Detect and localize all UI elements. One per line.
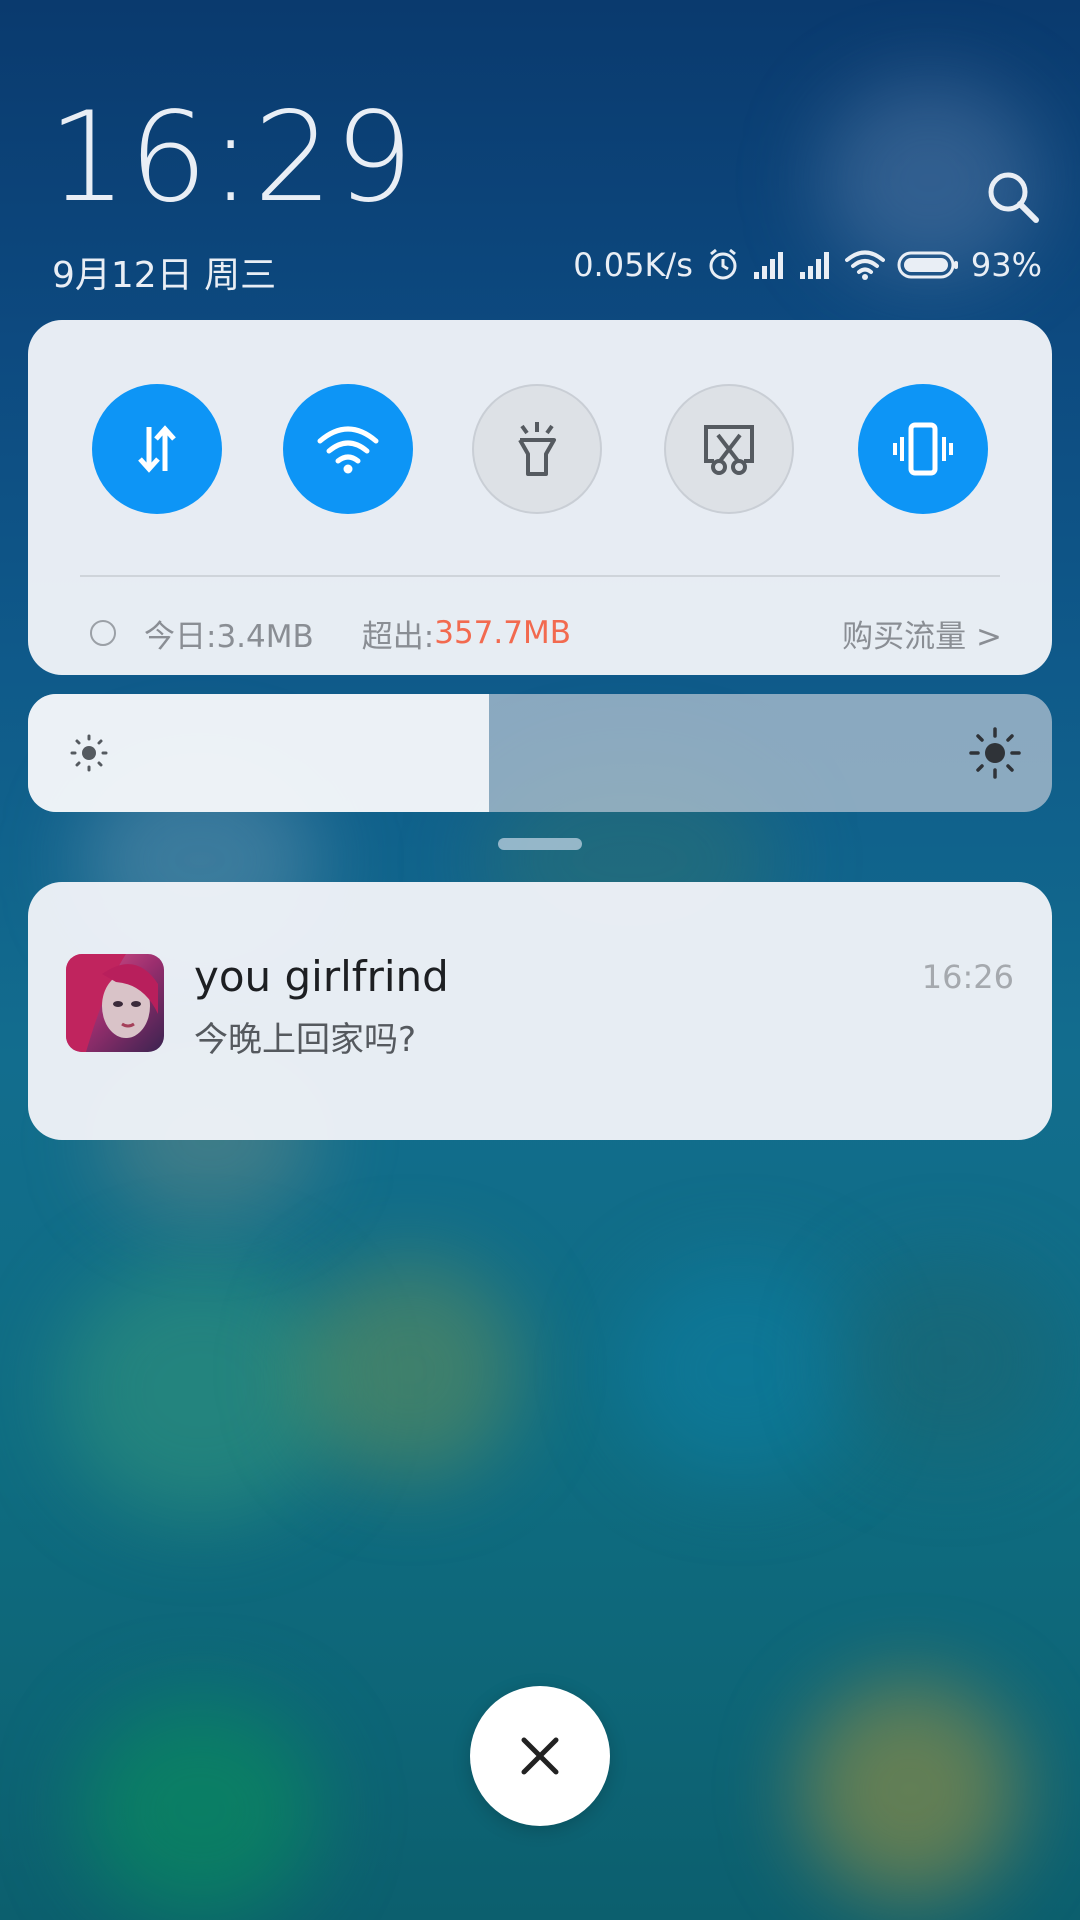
alarm-icon	[705, 247, 741, 283]
screenshot-toggle[interactable]	[664, 384, 794, 514]
close-icon	[521, 1737, 559, 1775]
data-usage-row: 今日:3.4MB 超出: 357.7MB 购买流量 >	[90, 608, 1002, 658]
flashlight-icon	[518, 422, 556, 476]
signal-icon	[753, 250, 787, 280]
drag-handle[interactable]	[498, 838, 582, 850]
data-transfer-icon	[138, 425, 176, 473]
notification-card[interactable]: you girlfrind 今晚上回家吗? 16:26	[28, 882, 1052, 1140]
search-icon[interactable]	[984, 168, 1042, 226]
wallpaper-bokeh	[80, 1700, 320, 1920]
flashlight-toggle[interactable]	[472, 384, 602, 514]
wallpaper-bokeh	[60, 1260, 340, 1520]
clock-date[interactable]: 9月12日 周三	[52, 246, 276, 298]
wifi-icon	[844, 249, 885, 281]
avatar	[66, 954, 164, 1052]
brightness-high-icon	[969, 727, 1021, 779]
wallpaper-bokeh	[800, 1680, 1020, 1900]
mobile-data-toggle[interactable]	[92, 384, 222, 514]
panel-divider	[80, 575, 1000, 577]
clock-time[interactable]: 16:29	[48, 96, 415, 220]
quick-settings-panel: 今日:3.4MB 超出: 357.7MB 购买流量 >	[28, 320, 1052, 675]
network-speed: 0.05K/s	[573, 246, 693, 284]
data-over-value: 357.7MB	[434, 615, 571, 651]
wallpaper-bokeh	[620, 1260, 860, 1480]
data-today: 今日:3.4MB	[144, 618, 314, 655]
vibrate-toggle[interactable]	[858, 384, 988, 514]
data-over-label: 超出:	[361, 618, 435, 655]
wifi-icon	[317, 426, 379, 474]
battery-icon	[897, 250, 959, 280]
brightness-low-icon	[70, 734, 108, 772]
notification-shade: 16:29 9月12日 周三 0.05K/s 93% 今日:3.4MB 超出: …	[0, 0, 1080, 1920]
notification-message: 今晚上回家吗?	[194, 1020, 417, 1060]
wallpaper-bokeh	[840, 1260, 1060, 1460]
buy-data-link[interactable]: 购买流量 >	[842, 611, 1002, 656]
data-usage-indicator-icon	[90, 620, 116, 646]
notification-time: 16:26	[921, 958, 1014, 996]
battery-percent: 93%	[970, 246, 1042, 284]
status-bar: 0.05K/s 93%	[573, 246, 1042, 284]
notification-title: you girlfrind	[194, 952, 449, 1001]
clear-notifications-button[interactable]	[470, 1686, 610, 1826]
brightness-slider[interactable]	[28, 694, 1052, 812]
signal-icon	[799, 250, 833, 280]
wallpaper-bokeh	[300, 1260, 520, 1480]
vibrate-icon	[893, 422, 953, 476]
wifi-toggle[interactable]	[283, 384, 413, 514]
screenshot-scissors-icon	[704, 425, 754, 475]
